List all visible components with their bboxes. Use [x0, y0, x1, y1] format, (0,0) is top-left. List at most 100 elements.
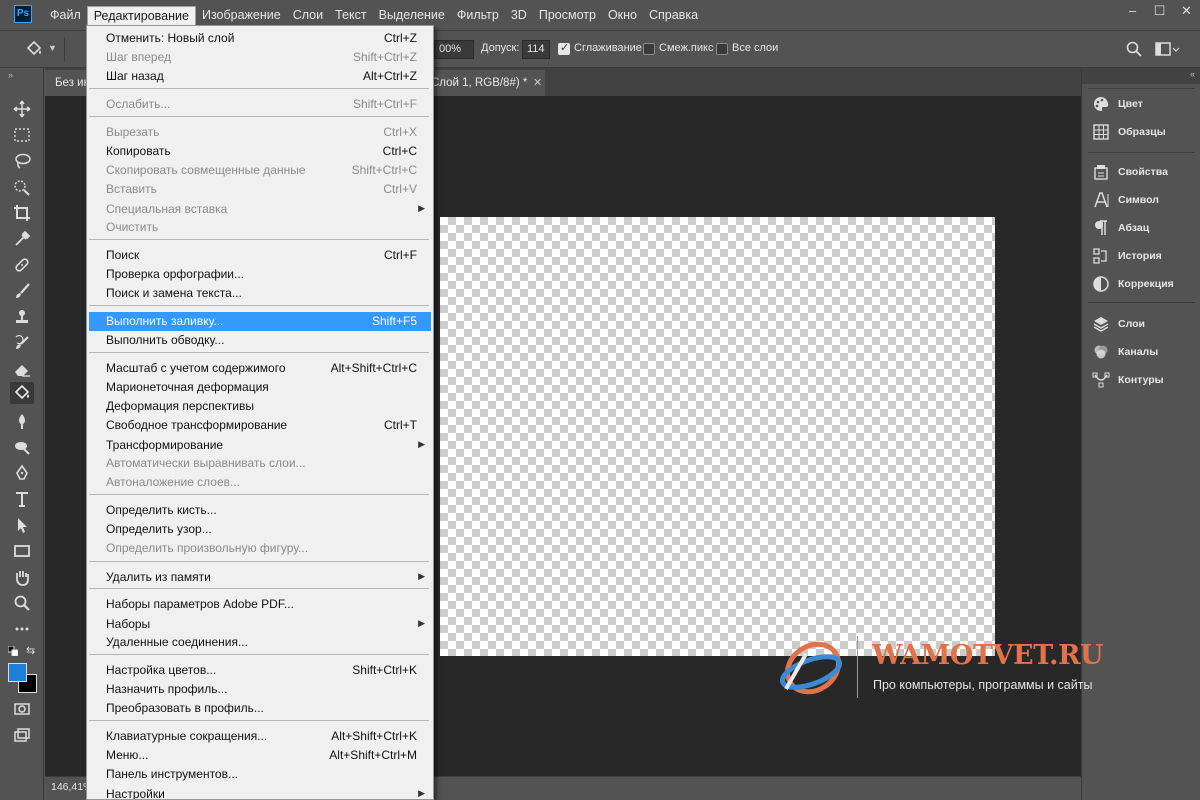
menu-item-label: Ослабить... [106, 97, 171, 111]
eyedropper-tool-icon[interactable] [10, 228, 34, 250]
panel-button-layers[interactable]: Слои [1092, 313, 1192, 335]
menu-8[interactable]: 3D [505, 6, 533, 26]
clone-stamp-tool-icon[interactable] [10, 306, 34, 328]
history-icon [1092, 247, 1110, 265]
edit-menu-item[interactable]: Настройка цветов... Shift+Ctrl+K [89, 661, 431, 680]
pen-tool-icon[interactable] [10, 462, 34, 484]
edit-menu-item[interactable]: Шаг назад Alt+Ctrl+Z [89, 67, 431, 86]
edit-menu-item[interactable]: Выполнить обводку... [89, 331, 431, 350]
foreground-color-swatch[interactable] [8, 663, 27, 682]
healing-brush-tool-icon[interactable] [10, 254, 34, 276]
edit-menu-item[interactable]: Удаленные соединения... [89, 633, 431, 652]
tolerance-field[interactable]: 114 [522, 40, 550, 59]
panel-button-adjustments[interactable]: Коррекция [1092, 273, 1192, 295]
edit-menu-item[interactable]: Удалить из памяти ▶ [89, 568, 431, 587]
workspace-icon[interactable] [1154, 40, 1180, 58]
transparent-canvas[interactable] [440, 217, 995, 656]
edit-dropdown-menu: Отменить: Новый слой Ctrl+Z Шаг вперед Shif… [86, 25, 434, 800]
submenu-arrow-icon: ▶ [418, 439, 425, 449]
menu-5[interactable]: Текст [329, 6, 372, 26]
edit-menu-item[interactable]: Масштаб с учетом содержимого Alt+Shift+Ct… [89, 359, 431, 378]
close-window-button[interactable]: ✕ [1173, 0, 1200, 22]
edit-menu-item: Очистить [89, 218, 431, 237]
menu-item-shortcut: Ctrl+X [383, 125, 417, 139]
panel-button-paths[interactable]: Контуры [1092, 369, 1192, 391]
edit-menu-item[interactable]: Наборы ▶ [89, 615, 431, 634]
dodge-tool-icon[interactable] [10, 436, 34, 458]
brush-tool-icon[interactable] [10, 280, 34, 302]
rectangle-tool-icon[interactable] [10, 540, 34, 562]
panel-button-properties[interactable]: Свойства [1092, 161, 1192, 183]
edit-menu-item[interactable]: Назначить профиль... [89, 680, 431, 699]
path-selection-tool-icon[interactable] [10, 514, 34, 536]
tool-preset-chevron-icon[interactable]: ▼ [48, 43, 57, 53]
edit-menu-item[interactable]: Трансформирование ▶ [89, 436, 431, 455]
panel-button-color[interactable]: Цвет [1092, 93, 1192, 115]
panel-button-paragraph[interactable]: Абзац [1092, 217, 1192, 239]
panel-button-swatches[interactable]: Образцы [1092, 121, 1192, 143]
menu-9[interactable]: Просмотр [533, 6, 602, 26]
antialias-checkbox[interactable] [558, 41, 570, 55]
paint-bucket-tool-icon[interactable] [10, 382, 34, 404]
collapse-toolbar-icon[interactable]: » [8, 70, 13, 80]
panel-button-channels[interactable]: Каналы [1092, 341, 1192, 363]
menu-10[interactable]: Окно [602, 6, 643, 26]
panel-button-history[interactable]: История [1092, 245, 1192, 267]
more-tools-icon[interactable] [10, 618, 34, 640]
menu-6[interactable]: Выделение [373, 6, 451, 26]
crop-tool-icon[interactable] [10, 202, 34, 224]
menu-11[interactable]: Справка [643, 6, 704, 26]
menu-7[interactable]: Фильтр [451, 6, 505, 26]
menu-4[interactable]: Слои [287, 6, 329, 26]
zoom-tool-icon[interactable] [10, 592, 34, 614]
menu-item-shortcut: Shift+Ctrl+Z [352, 50, 417, 64]
edit-menu-item[interactable]: Определить кисть... [89, 501, 431, 520]
edit-menu-item[interactable]: Деформация перспективы [89, 397, 431, 416]
panel-button-character[interactable]: Символ [1092, 189, 1192, 211]
edit-menu-item[interactable]: Копировать Ctrl+C [89, 142, 431, 161]
eraser-tool-icon[interactable] [10, 358, 34, 380]
search-icon[interactable] [1125, 40, 1143, 58]
edit-menu-item[interactable]: Определить узор... [89, 520, 431, 539]
edit-menu-item[interactable]: Отменить: Новый слой Ctrl+Z [89, 29, 431, 48]
lasso-tool-icon[interactable] [10, 150, 34, 172]
edit-menu-item[interactable]: Преобразовать в профиль... [89, 699, 431, 718]
edit-menu-item[interactable]: Поиск и замена текста... [89, 284, 431, 303]
quick-selection-tool-icon[interactable] [10, 176, 34, 198]
menu-item-label: Скопировать совмещенные данные [106, 163, 306, 177]
close-tab-icon[interactable]: ✕ [533, 76, 542, 89]
edit-menu-item[interactable]: Поиск Ctrl+F [89, 246, 431, 265]
edit-menu-item[interactable]: Свободное трансформирование Ctrl+T [89, 416, 431, 435]
paint-bucket-icon[interactable] [24, 39, 44, 59]
default-colors-icon[interactable] [7, 645, 19, 657]
edit-menu-item[interactable]: Наборы параметров Adobe PDF... [89, 595, 431, 614]
move-tool-icon[interactable] [10, 98, 34, 120]
menu-1[interactable]: Файл [44, 6, 87, 26]
history-brush-tool-icon[interactable] [10, 332, 34, 354]
edit-menu-item[interactable]: Панель инструментов... [89, 765, 431, 784]
maximize-button[interactable]: ☐ [1146, 0, 1173, 22]
menu-3[interactable]: Изображение [196, 6, 287, 26]
edit-menu-item[interactable]: Настройки ▶ [89, 785, 431, 799]
marquee-tool-icon[interactable] [10, 124, 34, 146]
swap-colors-icon[interactable]: ⇆ [26, 644, 35, 657]
collapse-dock-icon[interactable]: « [1190, 69, 1195, 79]
minimize-button[interactable]: – [1119, 0, 1146, 22]
edit-menu-item[interactable]: Марионеточная деформация [89, 378, 431, 397]
quick-mask-icon[interactable] [10, 698, 34, 720]
contiguous-checkbox[interactable] [643, 43, 655, 55]
edit-menu-item[interactable]: Проверка орфографии... [89, 265, 431, 284]
type-tool-icon[interactable] [10, 488, 34, 510]
hand-tool-icon[interactable] [10, 566, 34, 588]
blur-tool-icon[interactable] [10, 410, 34, 432]
edit-menu-item[interactable]: Клавиатурные сокращения... Alt+Shift+Ctrl… [89, 727, 431, 746]
menu-item-label: Шаг назад [106, 69, 164, 83]
menu-item-shortcut: Shift+Ctrl+F [352, 97, 417, 111]
all-layers-checkbox[interactable] [716, 43, 728, 55]
edit-menu-item[interactable]: Выполнить заливку... Shift+F5 [89, 312, 431, 331]
watermark-logo [778, 634, 848, 700]
menu-2[interactable]: Редактирование [86, 6, 196, 26]
screen-mode-icon[interactable] [10, 724, 34, 746]
opacity-field[interactable]: 00% [434, 40, 474, 59]
edit-menu-item[interactable]: Меню... Alt+Shift+Ctrl+M [89, 746, 431, 765]
